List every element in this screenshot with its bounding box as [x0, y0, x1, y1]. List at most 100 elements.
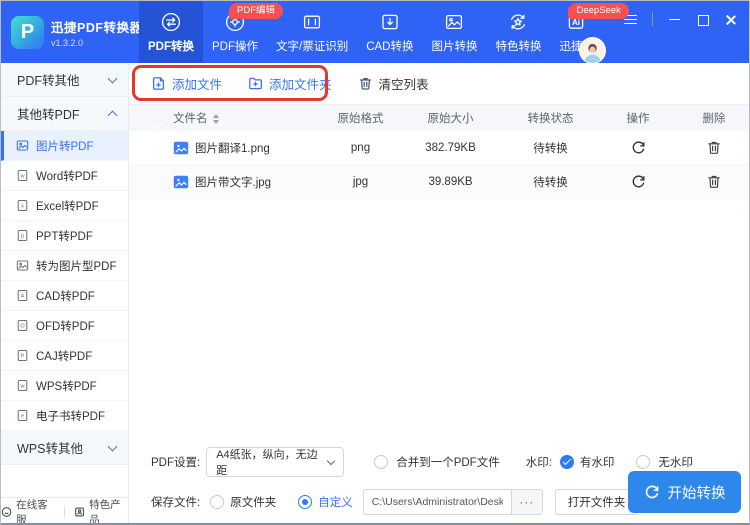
refresh-icon[interactable] [631, 140, 646, 155]
file-name-cell: 图片翻译1.png [173, 140, 323, 156]
pdf-convert-icon [161, 12, 181, 31]
chevron-up-icon [107, 110, 118, 121]
tab-label: 特色转换 [495, 40, 542, 53]
ofd-doc-icon: O [17, 319, 28, 332]
sidebar-section-other-to-pdf[interactable]: 其他转PDF [1, 97, 128, 131]
merge-pdf-radio[interactable] [374, 455, 389, 469]
svg-text:x: x [21, 204, 24, 210]
chat-smiley-icon [1, 507, 12, 517]
col-header-filename[interactable]: 文件名 [173, 110, 323, 126]
minimize-icon[interactable] [668, 13, 681, 26]
file-name-cell: 图片带文字.jpg [173, 174, 323, 190]
sort-icon[interactable] [212, 113, 219, 124]
section-label: PDF转其他 [17, 74, 80, 88]
start-convert-label: 开始转换 [667, 485, 726, 502]
sidebar-item-cad-to-pdf[interactable]: A CAD转PDF [1, 281, 128, 311]
open-folder-button[interactable]: 打开文件夹 [554, 489, 639, 515]
section-label: WPS转其他 [17, 442, 83, 456]
pdf-settings-label: PDF设置: [151, 457, 201, 469]
online-support-label: 在线客服 [16, 499, 48, 525]
add-folder-icon [249, 77, 262, 90]
close-icon[interactable] [724, 13, 737, 26]
word-doc-icon: w [17, 169, 28, 182]
sidebar-item-label: CAJ转PDF [36, 350, 93, 363]
with-watermark-label[interactable]: 有水印 [580, 454, 615, 470]
custom-folder-radio[interactable] [298, 495, 313, 509]
sidebar-item-label: Excel转PDF [36, 200, 99, 213]
file-name: 图片翻译1.png [195, 142, 270, 155]
convert-action-cell [598, 174, 678, 189]
special-products-link[interactable]: 特色产品 [74, 497, 128, 523]
sidebar-section-wps-to-other[interactable]: WPS转其他 [1, 431, 128, 465]
without-watermark-radio[interactable] [636, 455, 651, 469]
file-toolbar: 添加文件 添加文件夹 清空列表 [129, 63, 749, 105]
user-avatar[interactable] [579, 37, 606, 64]
sidebar-item-ebook-to-pdf[interactable]: e 电子书转PDF [1, 401, 128, 431]
tab-special-convert[interactable]: 特色转换 [486, 1, 550, 63]
refresh-icon[interactable] [631, 174, 646, 189]
merge-pdf-label[interactable]: 合并到一个PDF文件 [396, 454, 500, 470]
online-support-link[interactable]: 在线客服 [1, 497, 55, 525]
sidebar-item-word-to-pdf[interactable]: w Word转PDF [1, 161, 128, 191]
start-convert-button[interactable]: 开始转换 [628, 471, 741, 513]
file-format: jpg [352, 175, 369, 188]
tab-image-convert[interactable]: 图片转换 [422, 1, 486, 63]
clear-list-button[interactable]: 清空列表 [358, 74, 429, 93]
special-convert-icon [511, 14, 526, 29]
save-path-input[interactable] [362, 489, 511, 515]
excel-doc-icon: x [17, 199, 28, 212]
without-watermark-label[interactable]: 无水印 [658, 454, 693, 470]
browse-button[interactable]: ··· [510, 489, 543, 515]
window-controls-divider [652, 12, 653, 26]
tab-pdf-convert[interactable]: PDF转换 [139, 1, 203, 63]
custom-folder-label[interactable]: 自定义 [318, 494, 353, 510]
image-file-icon [173, 141, 189, 154]
sidebar-item-wps-to-pdf[interactable]: w WPS转PDF [1, 371, 128, 401]
col-header-status: 转换状态 [527, 113, 574, 125]
tab-cad-convert[interactable]: CAD转换 [357, 1, 422, 63]
trash-icon[interactable] [707, 174, 721, 189]
svg-text:A: A [21, 294, 25, 300]
add-file-icon [152, 77, 165, 90]
convert-spinner-icon [645, 485, 658, 499]
tab-label: PDF操作 [212, 40, 258, 53]
maximize-icon[interactable] [696, 13, 709, 26]
add-folder-button[interactable]: 添加文件夹 [248, 74, 332, 93]
tab-label: CAD转换 [366, 40, 414, 53]
sidebar-item-ppt-to-pdf[interactable]: p PPT转PDF [1, 221, 128, 251]
delete-cell [678, 140, 749, 155]
sidebar: PDF转其他 其他转PDF 图片转PDF w Word转PDF x Excel转… [1, 63, 129, 525]
sidebar-item-label: 电子书转PDF [36, 410, 105, 423]
sidebar-item-caj-to-pdf[interactable]: P CAJ转PDF [1, 341, 128, 371]
save-file-label: 保存文件: [151, 497, 201, 509]
sidebar-item-excel-to-pdf[interactable]: x Excel转PDF [1, 191, 128, 221]
tab-pdf-operate[interactable]: PDF编辑 PDF操作 [203, 1, 284, 63]
sidebar-item-image-to-pdf[interactable]: 图片转PDF [1, 131, 128, 161]
add-file-button[interactable]: 添加文件 [151, 74, 222, 93]
sidebar-item-label: 图片转PDF [36, 140, 94, 153]
original-folder-radio[interactable] [210, 495, 225, 509]
with-watermark-radio[interactable] [559, 455, 574, 469]
sidebar-item-ofd-to-pdf[interactable]: O OFD转PDF [1, 311, 128, 341]
trash-icon[interactable] [707, 140, 721, 155]
sidebar-item-to-image-pdf[interactable]: 转为图片型PDF [1, 251, 128, 281]
avatar-person-icon [580, 38, 605, 63]
deepseek-badge: DeepSeek [568, 3, 629, 19]
page-setting-select[interactable]: A4纸张，纵向，无边距 [206, 447, 345, 477]
page-setting-value: A4纸张，纵向，无边距 [216, 449, 318, 477]
cad-doc-icon: A [17, 289, 28, 302]
ppt-doc-icon: p [17, 229, 28, 242]
cad-convert-icon [382, 14, 398, 29]
table-header-row: 文件名 原始格式 原始大小 转换状态 操作 删除 [129, 105, 749, 131]
col-header-size: 原始大小 [427, 113, 474, 125]
ebook-doc-icon: e [17, 409, 28, 422]
file-name: 图片带文字.jpg [195, 176, 272, 189]
convert-action-cell [598, 140, 678, 155]
original-folder-label[interactable]: 原文件夹 [230, 494, 276, 510]
sidebar-section-pdf-to-other[interactable]: PDF转其他 [1, 63, 128, 97]
svg-text:O: O [20, 324, 25, 330]
ocr-scan-icon [304, 15, 321, 28]
add-file-label: 添加文件 [172, 78, 223, 92]
app-window: P 迅捷PDF转换器 v1.3.2.0 PDF转换 PDF编辑 PDF操作 文字… [0, 0, 750, 525]
file-size: 382.79KB [425, 141, 476, 154]
